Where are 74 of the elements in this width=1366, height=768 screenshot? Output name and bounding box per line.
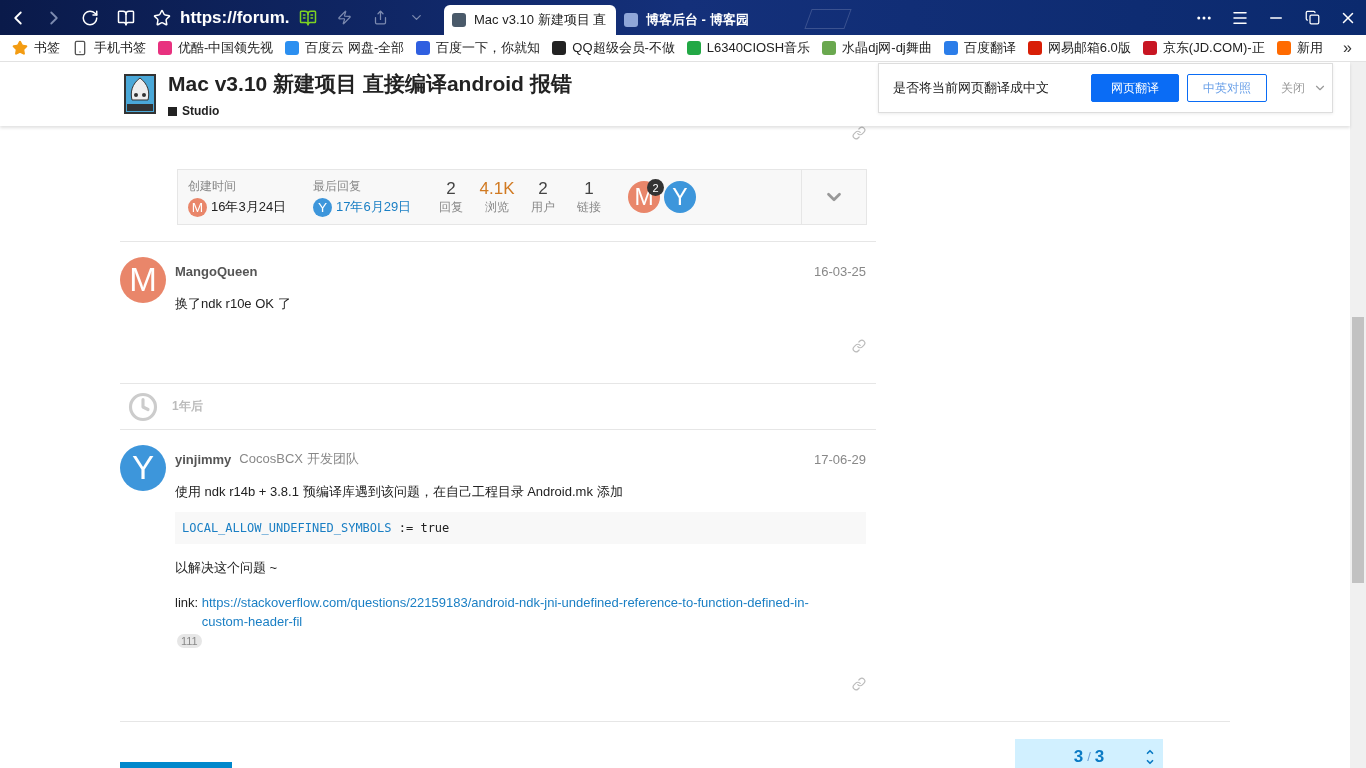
time-gap-label: 1年后 xyxy=(172,398,203,415)
username[interactable]: MangoQueen xyxy=(175,263,258,279)
scrollbar-thumb[interactable] xyxy=(1352,317,1364,583)
stat-label: 回复 xyxy=(439,198,463,216)
tab-title: 博客后台 - 博客园 xyxy=(646,11,749,29)
link-icon[interactable] xyxy=(852,126,866,140)
more-bookmarks-button[interactable]: » xyxy=(1343,39,1352,57)
category-link[interactable]: Studio xyxy=(168,104,572,118)
site-favicon-icon xyxy=(452,13,466,27)
close-label: 关闭 xyxy=(1281,79,1305,97)
stat-number: 2 xyxy=(446,178,456,199)
bookmark-link[interactable]: 百度云 网盘-全部 xyxy=(285,39,405,57)
bookmark-label: 百度云 网盘-全部 xyxy=(305,39,405,57)
browser-tab[interactable]: Mac v3.10 新建项目 直 xyxy=(444,5,616,35)
bookmark-label: 百度一下，你就知 xyxy=(436,39,541,57)
stat-label: 用户 xyxy=(531,198,555,216)
bookmark-link[interactable]: 优酷-中国领先视 xyxy=(158,39,274,57)
translate-button[interactable]: 网页翻译 xyxy=(1091,74,1179,102)
code-block: LOCAL_ALLOW_UNDEFINED_SYMBOLS := true xyxy=(175,512,866,544)
bookmark-link[interactable]: 新用 xyxy=(1276,39,1323,57)
click-count: 111 xyxy=(177,634,202,648)
bookmark-link[interactable]: QQ超级会员-不做 xyxy=(552,39,675,57)
browser-tab[interactable]: 博客后台 - 博客园 xyxy=(616,5,788,35)
bookmark-link[interactable]: 水晶dj网-dj舞曲 xyxy=(822,39,932,57)
post-link[interactable]: https://stackoverflow.com/questions/22159183/android-ndk-jni-undefined-reference-to-function-defined-in-custom-header-fil xyxy=(201,593,852,631)
post-text: 以解决这个问题 ~ xyxy=(175,559,279,577)
bookmark-label: 百度翻译 xyxy=(963,39,1016,57)
link-prefix: link: xyxy=(175,595,199,610)
date-text[interactable]: 17年6月29日 xyxy=(336,198,412,216)
stat-number: 2 xyxy=(538,178,548,199)
bookmark-label: 水晶dj网-dj舞曲 xyxy=(842,39,932,57)
stat-label: 链接 xyxy=(577,198,601,216)
phone-icon xyxy=(72,40,88,56)
new-tab-button[interactable] xyxy=(804,9,852,29)
bookmark-label: QQ超级会员-不做 xyxy=(572,39,675,57)
post-text: 换了ndk r10e OK 了 xyxy=(175,295,292,313)
bookmark-link[interactable]: 手机书签 xyxy=(72,39,146,57)
bookmark-label: 优酷-中国领先视 xyxy=(178,39,274,57)
tab-title: Mac v3.10 新建项目 直 xyxy=(474,11,607,29)
user-avatar: M xyxy=(188,197,207,217)
map-label: 最后回复 xyxy=(313,177,362,195)
bookmark-link[interactable]: 百度翻译 xyxy=(943,39,1016,57)
logo-icon xyxy=(124,74,156,114)
bookmark-label: 网易邮箱6.0版 xyxy=(1047,39,1131,57)
bookmark-label: 手机书签 xyxy=(94,39,146,57)
bookmark-link[interactable]: 百度一下，你就知 xyxy=(416,39,541,57)
site-favicon-icon xyxy=(624,13,638,27)
username[interactable]: yinjimmy xyxy=(175,451,232,467)
bookmark-label: 京东(JD.COM)-正 xyxy=(1162,39,1265,57)
date-text: 16年3月24日 xyxy=(211,198,287,216)
address-field[interactable]: https://forum. xyxy=(180,7,290,28)
user-group: CocosBCX 开发团队 xyxy=(239,450,359,468)
bookmark-link[interactable]: L6340CIOSH音乐 xyxy=(686,39,811,57)
user-avatar: Y xyxy=(313,197,332,217)
post-date: 16-03-25 xyxy=(813,263,866,279)
clock-icon xyxy=(128,391,158,422)
stat-number: 4.1K xyxy=(479,178,515,199)
bookmark-link[interactable]: 网易邮箱6.0版 xyxy=(1027,39,1131,57)
bookmark-label: 新用 xyxy=(1296,39,1323,57)
star-icon xyxy=(12,40,28,56)
translate-prompt: 是否将当前网页翻译成中文 xyxy=(893,79,1050,97)
link-icon[interactable] xyxy=(852,677,866,691)
link-icon[interactable] xyxy=(852,339,866,353)
map-label: 创建时间 xyxy=(188,177,237,195)
bookmark-link[interactable]: 书签 xyxy=(12,39,60,57)
stat-number: 1 xyxy=(584,178,594,199)
bookmark-link[interactable]: 京东(JD.COM)-正 xyxy=(1142,39,1265,57)
bookmark-label: 书签 xyxy=(34,39,60,57)
progress-indicator[interactable]: 3 / 3 xyxy=(1015,739,1163,768)
bookmark-label: L6340CIOSH音乐 xyxy=(706,39,811,57)
post-text: 使用 ndk r14b + 3.8.1 预编译库遇到该问题，在自己工程目录 Android.mk 添加 xyxy=(175,483,624,501)
post-date: 17-06-29 xyxy=(813,451,866,467)
topic-title: Mac v3.10 新建项目 直接编译android 报错 xyxy=(168,71,572,97)
stat-label: 浏览 xyxy=(485,198,509,216)
